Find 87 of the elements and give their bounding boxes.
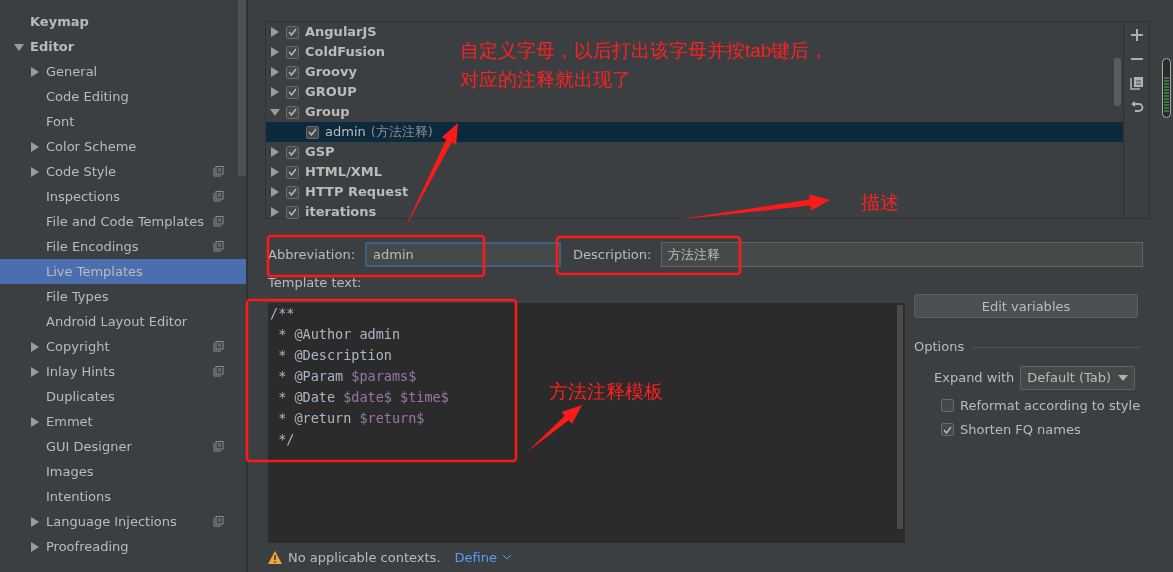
template-group-row[interactable]: GROUP (266, 82, 361, 102)
sidebar-item[interactable]: File Types (0, 284, 238, 309)
collapsed-arrow-icon[interactable] (270, 27, 280, 37)
checkbox[interactable] (286, 85, 299, 99)
chevron-down-icon (502, 554, 511, 560)
sidebar-item[interactable]: Language Injections (0, 509, 238, 534)
expand-with-dropdown[interactable]: Default (Tab) (1020, 365, 1136, 390)
collapsed-arrow-icon[interactable] (270, 87, 280, 97)
checkbox-label: Reformat according to style (960, 397, 1141, 415)
collapsed-arrow-icon[interactable] (30, 341, 40, 352)
sidebar-item[interactable]: File and Code Templates (0, 209, 238, 234)
collapsed-arrow-icon[interactable] (30, 541, 40, 552)
expand-with-label: Expand with (934, 369, 1015, 387)
template-row[interactable]: admin (方法注释) (266, 122, 1123, 142)
sidebar-item[interactable]: Images (0, 459, 238, 484)
collapsed-arrow-icon[interactable] (30, 516, 40, 527)
collapsed-arrow-icon[interactable] (30, 141, 40, 152)
define-link[interactable]: Define (454, 547, 497, 567)
sidebar-item[interactable]: File Encodings (0, 234, 238, 259)
collapsed-arrow-icon[interactable] (270, 207, 280, 217)
template-group-row[interactable]: GSP (266, 142, 339, 162)
sidebar-item[interactable]: GUI Designer (0, 434, 238, 459)
edit-variables-button[interactable]: Edit variables (914, 294, 1138, 319)
collapsed-arrow-icon[interactable] (270, 167, 280, 177)
template-group-row[interactable]: ColdFusion (266, 42, 390, 62)
scroll-thumb[interactable] (1162, 58, 1171, 118)
checkbox[interactable] (286, 65, 299, 79)
collapsed-arrow-icon[interactable] (30, 366, 40, 377)
scrollbar-thumb[interactable] (238, 0, 246, 176)
sidebar-item[interactable]: Intentions (0, 484, 238, 509)
sidebar-item[interactable]: Copyright (0, 334, 238, 359)
checkbox[interactable] (286, 185, 299, 199)
annotation-text: 自定义字母，以后打出该字母并按tab键后， (460, 39, 829, 63)
checkbox[interactable] (286, 165, 299, 179)
sidebar-item[interactable]: Inlay Hints (0, 359, 238, 384)
warning-icon (268, 550, 282, 564)
checkbox[interactable] (286, 145, 299, 159)
sidebar-item[interactable]: Emmet (0, 409, 238, 434)
sidebar-item[interactable]: Android Layout Editor (0, 309, 238, 334)
expanded-arrow-icon[interactable] (270, 107, 280, 117)
expanded-arrow-icon[interactable] (14, 41, 24, 52)
annotation-text: 对应的注释就出现了 (460, 68, 631, 92)
sidebar-item[interactable]: Code Editing (0, 84, 238, 109)
collapsed-arrow-icon[interactable] (30, 416, 40, 427)
abbreviation-label: Abbreviation: (268, 245, 355, 264)
template-group-row[interactable]: Group (266, 102, 354, 122)
sidebar-item[interactable]: Proofreading (0, 534, 238, 559)
checkbox[interactable] (941, 399, 954, 413)
scrollbar-thumb[interactable] (1114, 58, 1121, 106)
checkbox[interactable] (286, 205, 299, 219)
sidebar-item[interactable]: Duplicates (0, 384, 238, 409)
collapsed-arrow-icon[interactable] (270, 187, 280, 197)
dropdown-arrow-icon (1118, 374, 1129, 381)
sidebar-item[interactable]: General (0, 59, 238, 84)
template-text-label: Template text: (268, 275, 362, 290)
template-group-row[interactable]: AngularJS (266, 22, 381, 42)
sidebar-item[interactable]: Editor (0, 34, 238, 59)
template-group-row[interactable]: iterations (266, 202, 381, 222)
collapsed-arrow-icon[interactable] (270, 147, 280, 157)
collapsed-arrow-icon[interactable] (30, 166, 40, 177)
sidebar-item[interactable]: Color Scheme (0, 134, 238, 159)
add-icon[interactable] (1129, 28, 1144, 42)
collapsed-arrow-icon[interactable] (30, 66, 40, 77)
sidebar-item[interactable]: Inspections (0, 184, 238, 209)
checkbox[interactable] (286, 45, 299, 59)
sidebar-item[interactable]: Code Style (0, 159, 238, 184)
checkbox-label: Shorten FQ names (960, 421, 1081, 439)
annotation-text: 方法注释模板 (549, 380, 663, 404)
sidebar-item[interactable]: Keymap (0, 9, 238, 34)
checkbox[interactable] (306, 125, 319, 139)
template-group-row[interactable]: HTTP Request (266, 182, 413, 202)
template-group-row[interactable]: Groovy (266, 62, 361, 82)
sidebar-item[interactable]: Font (0, 109, 238, 134)
description-field[interactable]: 方法注释 (661, 242, 1143, 267)
collapsed-arrow-icon[interactable] (270, 67, 280, 77)
description-label: Description: (573, 245, 652, 264)
options-heading: Options (914, 338, 965, 357)
collapsed-arrow-icon[interactable] (270, 47, 280, 57)
template-group-row[interactable]: HTML/XML (266, 162, 386, 182)
checkbox[interactable] (286, 105, 299, 119)
checkbox[interactable] (941, 423, 954, 437)
annotation-text: 描述 (861, 191, 899, 215)
warning-text: No applicable contexts. (288, 548, 441, 567)
abbreviation-field[interactable]: admin (365, 242, 561, 267)
checkbox[interactable] (286, 25, 299, 39)
copy-icon[interactable] (1129, 76, 1144, 90)
undo-icon[interactable] (1129, 100, 1144, 114)
